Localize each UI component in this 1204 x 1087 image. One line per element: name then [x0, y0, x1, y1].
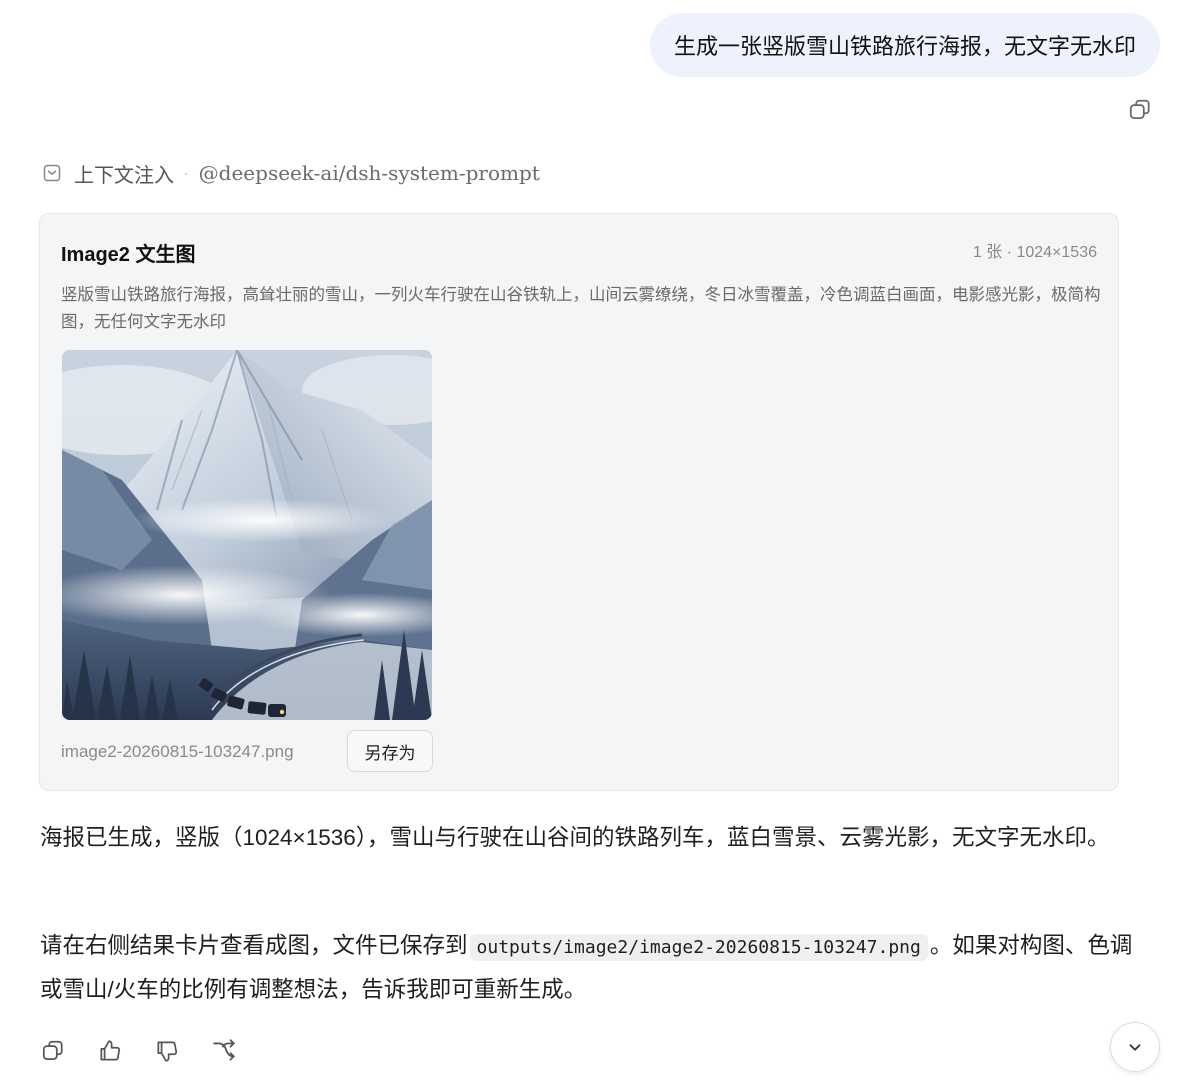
- thumbs-down-icon: [157, 1041, 178, 1062]
- like-button[interactable]: [93, 1034, 127, 1068]
- chevron-down-icon: [1129, 1044, 1141, 1051]
- copy-icon: [42, 1040, 63, 1060]
- save-as-button[interactable]: 另存为: [347, 730, 433, 772]
- message-actions: [36, 1034, 264, 1068]
- context-source: @deepseek-ai/dsh-system-prompt: [198, 161, 540, 185]
- copy-icon: [1129, 99, 1150, 119]
- snow-mountain-railway-image: [62, 350, 432, 720]
- context-icon: [43, 164, 61, 182]
- user-message-bubble: 生成一张竖版雪山铁路旅行海报，无文字无水印: [649, 13, 1160, 77]
- output-path-code: outputs/image2/image2-20260815-103247.pn…: [469, 934, 928, 961]
- card-prompt: 竖版雪山铁路旅行海报，高耸壮丽的雪山，一列火车行驶在山谷铁轨上，山间云雾缭绕，冬…: [61, 286, 1101, 331]
- context-separator: ·: [184, 165, 189, 181]
- user-message-text: 生成一张竖版雪山铁路旅行海报，无文字无水印: [673, 34, 1136, 59]
- context-label: 上下文注入: [74, 164, 174, 187]
- thumbs-up-icon: [100, 1040, 121, 1061]
- scroll-to-bottom-button[interactable]: [1110, 1022, 1160, 1072]
- reply-text-before: 请在右侧结果卡片查看成图，文件已保存到: [40, 933, 468, 958]
- generated-poster-image[interactable]: [62, 350, 432, 720]
- image-result-card: Image2 文生图 1 张 · 1024×1536 竖版雪山铁路旅行海报，高耸…: [39, 213, 1119, 791]
- card-title: Image2 文生图: [61, 244, 196, 266]
- copy-reply-button[interactable]: [36, 1034, 70, 1068]
- generated-file-name: image2-20260815-103247.png: [61, 742, 294, 761]
- branch-button[interactable]: [207, 1034, 241, 1068]
- assistant-reply-paragraph-2: 请在右侧结果卡片查看成图，文件已保存到 outputs/image2/image2…: [40, 925, 1150, 1011]
- assistant-reply-paragraph-1: 海报已生成，竖版（1024×1536），雪山与行驶在山谷间的铁路列车，蓝白雪景、…: [40, 825, 1110, 850]
- card-meta: 1 张 · 1024×1536: [972, 244, 1097, 261]
- copy-message-button[interactable]: [1124, 94, 1156, 126]
- branch-icon: [213, 1039, 235, 1061]
- context-injection-line[interactable]: 上下文注入 · @deepseek-ai/dsh-system-prompt: [42, 158, 540, 188]
- dislike-button[interactable]: [150, 1034, 184, 1068]
